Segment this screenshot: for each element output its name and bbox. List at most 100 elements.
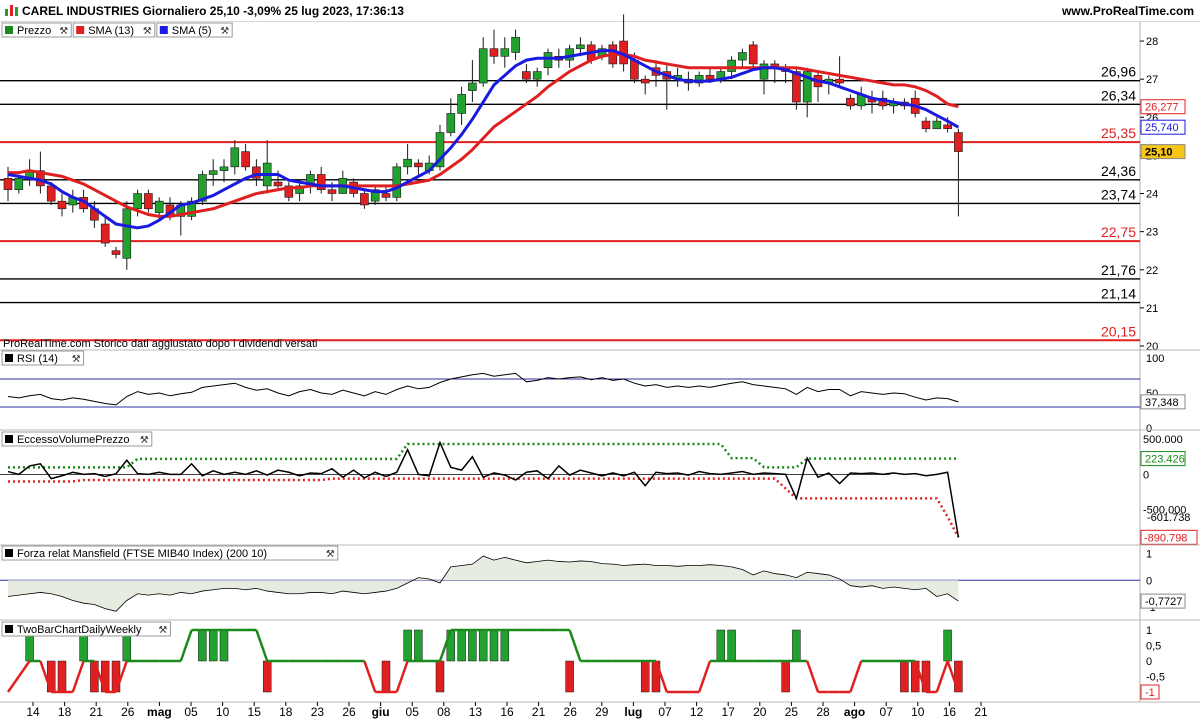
level-label: 21,76	[1101, 262, 1136, 278]
level-label: 23,74	[1101, 186, 1136, 202]
candle-up	[122, 208, 132, 259]
x-tick-label: 25	[785, 705, 799, 719]
candle-up	[133, 193, 142, 210]
candle-up	[154, 200, 164, 213]
candle-down	[943, 124, 952, 130]
candle-down	[954, 132, 963, 152]
x-tick-label: 05	[184, 705, 198, 719]
mansfield-value-label: -0,7727	[1145, 596, 1182, 608]
candle-up	[727, 59, 736, 72]
candle-up	[457, 94, 466, 114]
daily-bar-up	[943, 629, 952, 662]
x-tick-label: 21	[974, 705, 988, 719]
daily-bar-up	[478, 629, 488, 662]
candle-up	[932, 120, 942, 130]
evp-legend-text: EccessoVolumePrezzo	[17, 434, 130, 446]
weekly-line	[568, 629, 582, 662]
level-label: 25,35	[1101, 125, 1136, 141]
price-tick-label: 21	[1146, 303, 1158, 315]
candle-up	[219, 166, 229, 171]
x-tick-label: 17	[722, 705, 736, 719]
candle-down	[111, 250, 121, 255]
x-tick-label: 28	[816, 705, 830, 719]
candle-up	[230, 147, 240, 168]
candle-up	[500, 48, 510, 57]
weekly-line	[6, 675, 20, 693]
daily-bar-down	[640, 660, 650, 693]
x-tick-label: 10	[216, 705, 230, 719]
x-tick-label: 16	[500, 705, 514, 719]
weekly-line	[71, 660, 85, 693]
evp-line	[7, 440, 960, 538]
candle-up	[446, 113, 456, 133]
candle-down	[241, 151, 250, 168]
price-tick-label: 22	[1146, 265, 1158, 277]
x-tick-label: 21	[90, 705, 104, 719]
level-label: 26,34	[1101, 87, 1136, 103]
wrench-icon: ⚒	[220, 26, 229, 37]
last-price-label: 25,10	[1145, 147, 1173, 159]
candle-down	[316, 174, 326, 191]
candle-up	[759, 63, 769, 80]
candle-down	[100, 223, 110, 244]
candle-down	[360, 193, 369, 206]
daily-bar-down	[262, 660, 272, 693]
candle-down	[921, 120, 931, 130]
evp-lower-dotted	[8, 477, 960, 538]
x-tick-label: 29	[595, 705, 609, 719]
candle-up	[511, 36, 520, 53]
daily-bar-up	[500, 629, 510, 662]
mansfield-legend-swatch	[5, 549, 13, 557]
weekly-line	[17, 660, 31, 678]
candle-down	[489, 48, 499, 57]
chart-canvas[interactable]: 20 21 22 23 24 25 26 27 28 26,96 26,34 25,35 24,36 23…	[0, 0, 1200, 720]
weekly-line	[849, 660, 863, 693]
weekly-line	[698, 660, 712, 693]
daily-bar-up	[792, 629, 801, 662]
candle-down	[835, 78, 844, 84]
daily-bar-up	[219, 629, 229, 662]
daily-bar-down	[57, 660, 67, 693]
twobar-legend-text: TwoBarChartDailyWeekly	[17, 624, 142, 636]
twobar-legend-swatch	[5, 625, 13, 633]
daily-bar-up	[208, 629, 218, 662]
weekly-line	[806, 660, 820, 693]
candle-down	[705, 75, 715, 80]
daily-bar-up	[489, 629, 499, 662]
x-tick-label: 26	[342, 705, 356, 719]
wrench-icon: ⚒	[326, 549, 335, 560]
price-tick-label: 28	[1146, 36, 1158, 48]
candle-down	[640, 78, 650, 84]
rsi-value-label: 37,348	[1145, 397, 1179, 409]
wrench-icon: ⚒	[59, 26, 68, 37]
x-tick-label: 26	[121, 705, 135, 719]
evp-tick-label: 500.000	[1143, 434, 1183, 446]
x-tick-label: 18	[279, 705, 293, 719]
weekly-line	[395, 660, 409, 693]
candle-down	[414, 162, 423, 168]
price-tick-label: 27	[1146, 74, 1158, 86]
x-tick-label: 12	[690, 705, 704, 719]
twobar-tick-label: 1	[1146, 625, 1152, 637]
wrench-icon: ⚒	[143, 26, 152, 37]
weekly-line	[363, 660, 377, 693]
x-tick-label: 14	[26, 705, 40, 719]
price-legend-2-text: SMA (5)	[172, 25, 212, 37]
daily-bar-down	[435, 660, 445, 693]
daily-bar-down	[900, 660, 909, 693]
sma13-value-label: 26,277	[1145, 102, 1179, 114]
daily-bar-up	[716, 629, 726, 662]
candle-down	[846, 97, 855, 107]
daily-bar-up	[198, 629, 207, 662]
mansfield-area	[8, 556, 959, 612]
candle-down	[327, 189, 337, 194]
evp-upper-dotted	[8, 442, 959, 469]
price-tick-label: 23	[1146, 227, 1158, 239]
candle-up	[532, 71, 542, 80]
candle-down	[381, 193, 391, 198]
candle-down	[3, 177, 13, 191]
wrench-icon: ⚒	[72, 354, 81, 365]
weekly-line	[935, 660, 949, 693]
price-legend-2-swatch	[159, 26, 168, 34]
price-legend-0-text: Prezzo	[17, 25, 51, 37]
